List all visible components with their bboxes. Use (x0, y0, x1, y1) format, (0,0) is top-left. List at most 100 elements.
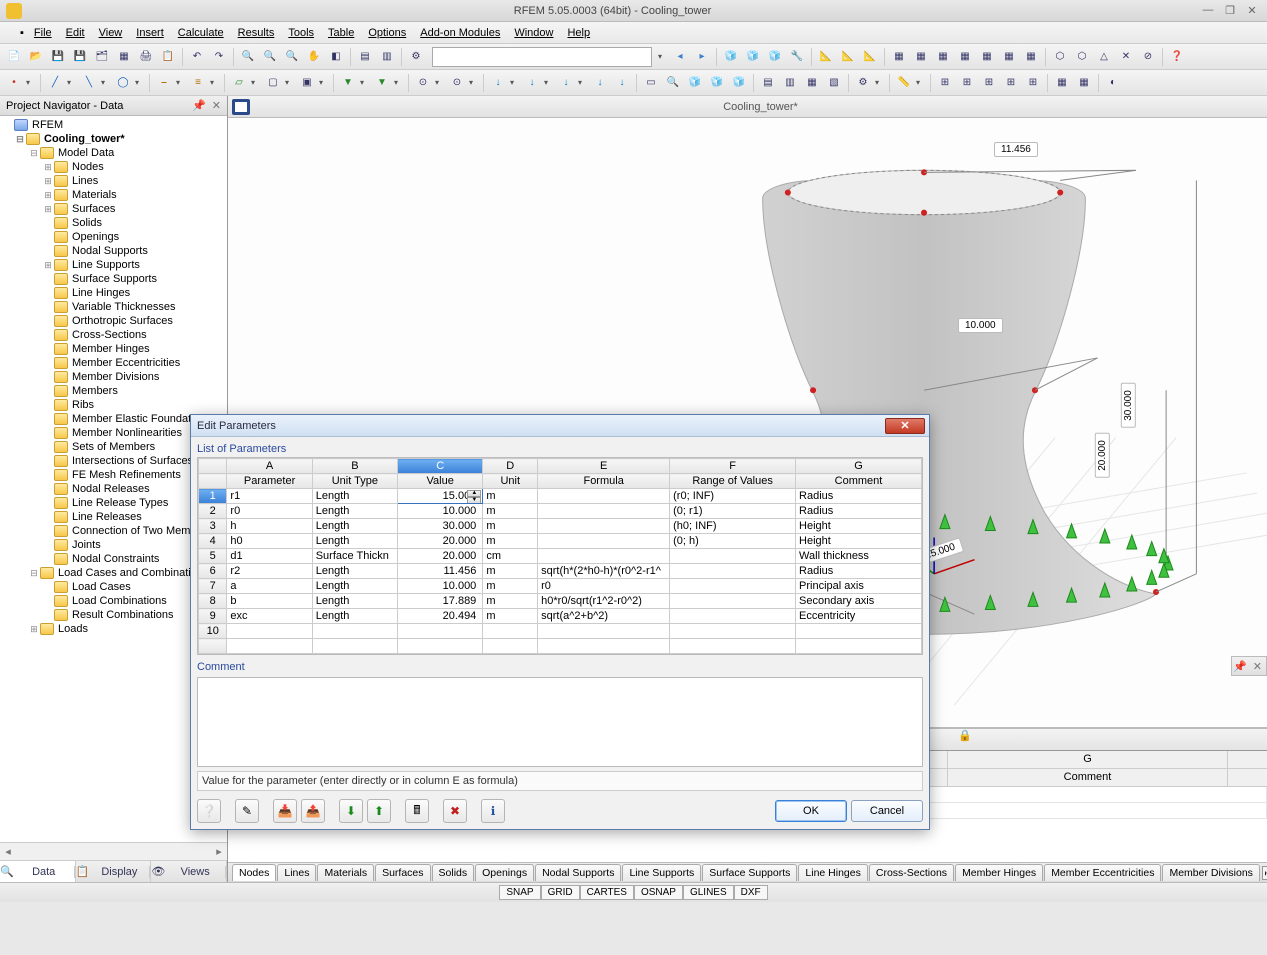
comment-cell[interactable]: Height (796, 519, 922, 534)
comment-cell[interactable]: Radius (796, 489, 922, 504)
menu-options[interactable]: Options (362, 25, 412, 41)
param-cell[interactable]: h0 (227, 534, 312, 549)
tool-icon[interactable]: ▦ (955, 47, 975, 67)
unit-cell[interactable]: m (483, 504, 538, 519)
tool-icon[interactable]: 📏 (894, 73, 914, 93)
block-icon[interactable]: ▦ (114, 47, 134, 67)
node-icon[interactable]: • (4, 73, 24, 93)
col-a[interactable]: A (227, 459, 312, 474)
range-cell[interactable] (670, 564, 796, 579)
param-cell[interactable]: r1 (227, 489, 312, 504)
tool-icon[interactable]: ⚙ (853, 73, 873, 93)
preview-icon[interactable]: 📋 (158, 47, 178, 67)
col-parameter[interactable]: Parameter (227, 474, 312, 489)
nav-tab-data[interactable]: 🔍 Data (0, 861, 76, 882)
parameter-grid[interactable]: A B C D E F G Parameter Unit Type Value … (197, 457, 923, 655)
menu-icon[interactable]: ▪ (18, 25, 26, 41)
tool-icon[interactable]: ⊞ (1001, 73, 1021, 93)
pan-icon[interactable]: ✋ (304, 47, 324, 67)
next-lc-icon[interactable]: ▸ (692, 47, 712, 67)
tree-item[interactable]: Variable Thicknesses (0, 300, 227, 314)
calculator-button[interactable]: 🖩 (405, 799, 429, 823)
range-cell[interactable] (670, 579, 796, 594)
unit-cell[interactable]: m (483, 609, 538, 624)
col-comment[interactable]: Comment (796, 474, 922, 489)
param-cell[interactable]: r0 (227, 504, 312, 519)
tool-icon[interactable]: ⊞ (957, 73, 977, 93)
param-row[interactable]: 8bLength17.889mh0*r0/sqrt(r1^2-r0^2)Seco… (199, 594, 922, 609)
formula-cell[interactable] (538, 519, 670, 534)
value-cell[interactable]: 10.000 (398, 579, 483, 594)
support-line-icon[interactable]: ▼ (372, 73, 392, 93)
combo-dropdown-icon[interactable]: ▾ (658, 52, 668, 61)
unit-cell[interactable]: m (483, 579, 538, 594)
unittype-cell[interactable]: Length (312, 519, 397, 534)
unittype-cell[interactable]: Length (312, 594, 397, 609)
close-button[interactable]: ✕ (1241, 4, 1263, 17)
param-row[interactable]: 5d1Surface Thickn20.000cmWall thickness (199, 549, 922, 564)
col-b[interactable]: B (312, 459, 397, 474)
unittype-cell[interactable]: Length (312, 579, 397, 594)
tree-item[interactable]: ⊞Line Supports (0, 258, 227, 272)
col-unit[interactable]: Unit (483, 474, 538, 489)
row-header[interactable]: 3 (199, 519, 227, 534)
row-header[interactable]: 8 (199, 594, 227, 609)
value-cell[interactable]: 20.000 (398, 549, 483, 564)
status-grid[interactable]: GRID (541, 885, 580, 900)
load-icon[interactable]: ↓ (590, 73, 610, 93)
menu-insert[interactable]: Insert (130, 25, 170, 41)
table-tab[interactable]: Line Hinges (798, 864, 867, 881)
tool-icon[interactable]: ⊞ (1023, 73, 1043, 93)
zoom-window-icon[interactable]: 🔍 (260, 47, 280, 67)
col-value[interactable]: Value (398, 474, 483, 489)
param-row[interactable]: 10 (199, 624, 922, 639)
tree-item[interactable]: Surface Supports (0, 272, 227, 286)
surface-icon[interactable]: ▱ (229, 73, 249, 93)
excel-import-icon[interactable]: ⬇ (339, 799, 363, 823)
param-row[interactable]: 4h0Length20.000m(0; h)Height (199, 534, 922, 549)
tool-icon[interactable]: ▦ (1021, 47, 1041, 67)
value-cell[interactable]: 30.000 (398, 519, 483, 534)
tree-item[interactable]: Load Combinations (72, 595, 167, 607)
param-cell[interactable]: b (227, 594, 312, 609)
value-cell[interactable] (398, 624, 483, 639)
save-as-icon[interactable]: 💾 (70, 47, 90, 67)
comment-cell[interactable]: Secondary axis (796, 594, 922, 609)
table-tab[interactable]: Member Eccentricities (1044, 864, 1161, 881)
comment-cell[interactable]: Principal axis (796, 579, 922, 594)
row-header[interactable]: 4 (199, 534, 227, 549)
col-e[interactable]: E (538, 459, 670, 474)
comment-cell[interactable]: Radius (796, 564, 922, 579)
edit-button[interactable]: ✎ (235, 799, 259, 823)
range-cell[interactable]: (0; r1) (670, 504, 796, 519)
opening-icon[interactable]: ▢ (263, 73, 283, 93)
tree-item[interactable]: Load Cases (72, 581, 131, 593)
formula-cell[interactable] (538, 549, 670, 564)
new-icon[interactable]: 📄 (4, 47, 24, 67)
table-tab[interactable]: Member Hinges (955, 864, 1043, 881)
col-unittype[interactable]: Unit Type (312, 474, 397, 489)
menu-edit[interactable]: Edit (60, 25, 91, 41)
col-d[interactable]: D (483, 459, 538, 474)
line-icon[interactable]: ╱ (45, 73, 65, 93)
param-row[interactable]: 1r1Length15.000▲▼m(r0; INF)Radius (199, 489, 922, 504)
range-cell[interactable] (670, 594, 796, 609)
delete-button[interactable]: ✖ (443, 799, 467, 823)
hinge-icon[interactable]: ⊙ (447, 73, 467, 93)
tool-icon[interactable]: ▥ (780, 73, 800, 93)
col-range[interactable]: Range of Values (670, 474, 796, 489)
project-icon[interactable]: 🗂 (92, 47, 112, 67)
range-cell[interactable] (670, 609, 796, 624)
tool-icon[interactable]: ✕ (1116, 47, 1136, 67)
row-header[interactable]: 1 (199, 489, 227, 504)
help-button[interactable]: ❔ (197, 799, 221, 823)
param-cell[interactable] (227, 624, 312, 639)
tree-item[interactable]: ⊞Materials (0, 188, 227, 202)
tree-item[interactable]: Orthotropic Surfaces (0, 314, 227, 328)
tree-item[interactable]: Openings (0, 230, 227, 244)
tool-icon[interactable]: ⊘ (1138, 47, 1158, 67)
tree-item[interactable]: Member Divisions (0, 370, 227, 384)
col-g[interactable]: G (796, 459, 922, 474)
table-tab[interactable]: Surface Supports (702, 864, 797, 881)
pin-icon[interactable]: 📌 (1233, 660, 1247, 673)
